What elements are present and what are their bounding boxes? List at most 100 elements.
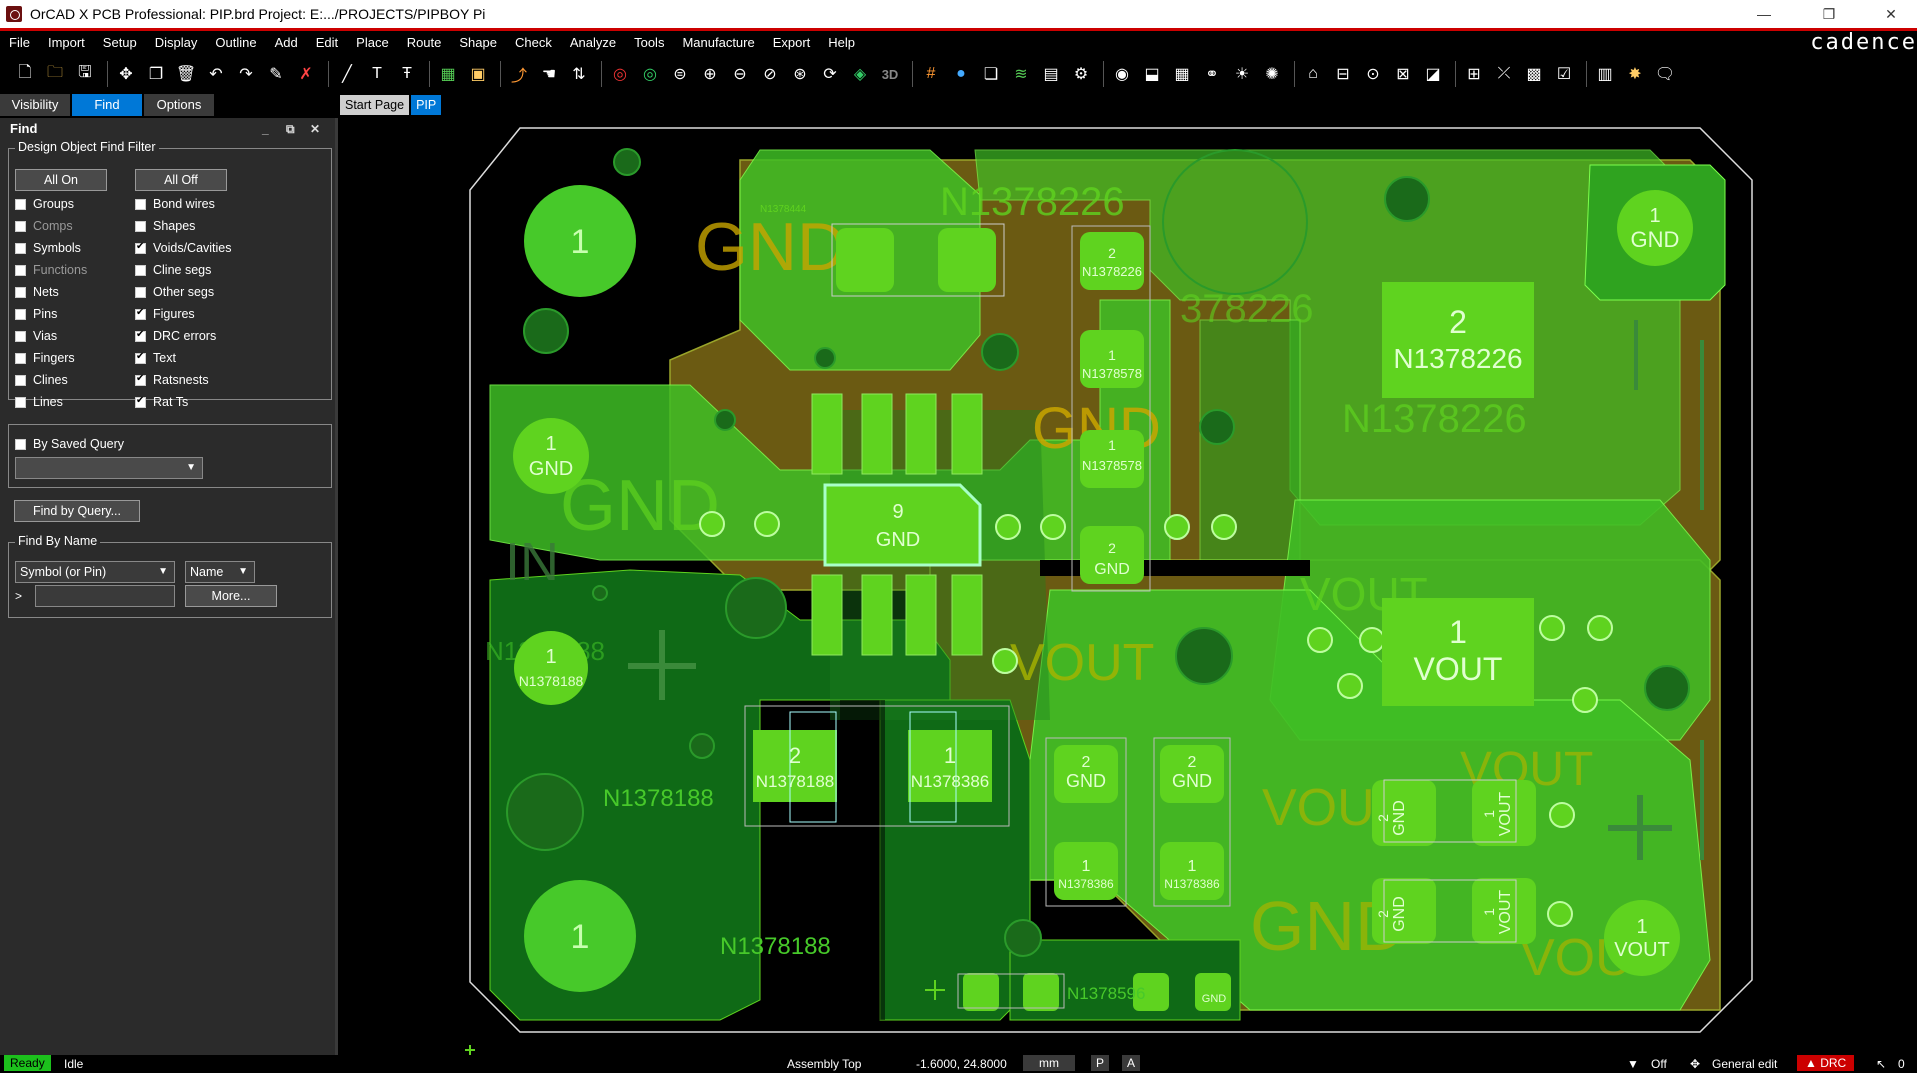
menu-manufacture[interactable]: Manufacture bbox=[673, 35, 763, 50]
new-file-icon[interactable]: 🗋 bbox=[12, 61, 38, 87]
unrats-icon[interactable]: ◎ bbox=[637, 61, 663, 87]
p-toggle[interactable]: P bbox=[1091, 1055, 1110, 1071]
shadow-icon[interactable]: ⚭ bbox=[1199, 61, 1225, 87]
object-type-select[interactable]: Symbol (or Pin) ▼ bbox=[15, 561, 175, 583]
pad-vout-br[interactable] bbox=[1604, 900, 1680, 976]
close-button[interactable]: ✕ bbox=[1868, 0, 1914, 28]
restore-button[interactable]: ❐ bbox=[1806, 0, 1852, 28]
menu-shape[interactable]: Shape bbox=[450, 35, 506, 50]
pad-gnd-left[interactable] bbox=[513, 418, 589, 494]
checkbox[interactable] bbox=[15, 198, 26, 210]
undo-icon[interactable]: ↶ bbox=[203, 61, 229, 87]
units-select[interactable]: mm bbox=[1023, 1055, 1075, 1071]
spread-icon[interactable]: ⇅ bbox=[566, 61, 592, 87]
pad-n1378226-large[interactable] bbox=[1382, 282, 1534, 398]
zoom-in-icon[interactable]: ⊕ bbox=[697, 61, 723, 87]
menu-route[interactable]: Route bbox=[398, 35, 451, 50]
window-icon[interactable]: ⊠ bbox=[1390, 61, 1416, 87]
filter-voids[interactable]: Voids/Cavities bbox=[135, 239, 232, 257]
cut-icon[interactable]: ◪ bbox=[1420, 61, 1446, 87]
tab-find[interactable]: Find bbox=[72, 94, 142, 116]
text-icon[interactable]: T bbox=[364, 61, 390, 87]
all-on-button[interactable]: All On bbox=[15, 169, 107, 191]
meas-icon[interactable]: ⊟ bbox=[1330, 61, 1356, 87]
tab-pip[interactable]: PIP bbox=[411, 95, 442, 115]
highlight-icon[interactable]: ✸ bbox=[1622, 61, 1648, 87]
filter-other-segs[interactable]: Other segs bbox=[135, 283, 214, 301]
no-connect-icon[interactable]: ⤫ bbox=[1491, 61, 1517, 87]
menu-import[interactable]: Import bbox=[39, 35, 94, 50]
filter-nets[interactable]: Nets bbox=[15, 283, 59, 301]
pad-n1378188[interactable] bbox=[514, 631, 588, 705]
filter-vias[interactable]: Vias bbox=[15, 327, 57, 345]
shape-icon[interactable]: ⬓ bbox=[1139, 61, 1165, 87]
name-input[interactable] bbox=[35, 585, 175, 607]
open-folder-icon[interactable]: 🗀 bbox=[42, 61, 68, 87]
delete-icon[interactable]: 🗑 bbox=[173, 61, 199, 87]
menu-place[interactable]: Place bbox=[347, 35, 398, 50]
menu-outline[interactable]: Outline bbox=[206, 35, 265, 50]
drc-status[interactable]: ▲ DRC bbox=[1797, 1055, 1855, 1071]
tab-start-page[interactable]: Start Page bbox=[340, 95, 410, 115]
unpin-icon[interactable]: ✗ bbox=[293, 61, 319, 87]
menu-edit[interactable]: Edit bbox=[307, 35, 347, 50]
all-off-button[interactable]: All Off bbox=[135, 169, 227, 191]
save-icon[interactable]: 🖫 bbox=[72, 61, 98, 87]
cam-icon[interactable]: ▩ bbox=[1521, 61, 1547, 87]
float-pane-icon[interactable]: ⧉ bbox=[286, 118, 295, 140]
move-icon[interactable]: ✥ bbox=[113, 61, 139, 87]
more-button[interactable]: More... bbox=[185, 585, 277, 607]
hierarchy-icon[interactable]: ⊞ bbox=[1461, 61, 1487, 87]
menu-tools[interactable]: Tools bbox=[625, 35, 673, 50]
zoom-world-icon[interactable]: ⊛ bbox=[787, 61, 813, 87]
zoom-select-icon[interactable]: ◈ bbox=[847, 61, 873, 87]
component-icon[interactable]: ▦ bbox=[435, 61, 461, 87]
tab-visibility[interactable]: Visibility bbox=[0, 94, 70, 116]
filter-figures[interactable]: Figures bbox=[135, 305, 195, 323]
report-icon[interactable]: ▤ bbox=[1038, 61, 1064, 87]
menu-setup[interactable]: Setup bbox=[94, 35, 146, 50]
menu-check[interactable]: Check bbox=[506, 35, 561, 50]
3d-icon[interactable]: 3D bbox=[877, 61, 903, 87]
filter-rat-ts[interactable]: Rat Ts bbox=[135, 393, 188, 411]
layer-icon[interactable]: ❏ bbox=[978, 61, 1004, 87]
zoom-fit-icon[interactable]: ⊜ bbox=[667, 61, 693, 87]
minimize-button[interactable]: — bbox=[1741, 0, 1787, 28]
tab-options[interactable]: Options bbox=[144, 94, 214, 116]
menu-add[interactable]: Add bbox=[266, 35, 307, 50]
pcb-canvas[interactable]: 1 1 GND GND GND VOUT VOUT VOUT VOUT GND … bbox=[340, 117, 1917, 1055]
filter-ratsnests[interactable]: Ratsnests bbox=[135, 371, 209, 389]
filter-cline-segs[interactable]: Cline segs bbox=[135, 261, 211, 279]
filter-drc-errors[interactable]: DRC errors bbox=[135, 327, 216, 345]
filter-status[interactable]: Off bbox=[1651, 1057, 1667, 1071]
filter-icon[interactable]: ▼ bbox=[1627, 1057, 1639, 1071]
menu-export[interactable]: Export bbox=[764, 35, 820, 50]
find-by-query-button[interactable]: Find by Query... bbox=[14, 500, 140, 522]
filter-fingers[interactable]: Fingers bbox=[15, 349, 75, 367]
by-saved-query-checkbox[interactable]: By Saved Query bbox=[15, 435, 124, 453]
a-toggle[interactable]: A bbox=[1122, 1055, 1141, 1071]
filter-shapes[interactable]: Shapes bbox=[135, 217, 195, 235]
color-icon[interactable]: ● bbox=[948, 61, 974, 87]
stack-icon[interactable]: ≋ bbox=[1008, 61, 1034, 87]
pin-icon[interactable]: ✎ bbox=[263, 61, 289, 87]
menu-help[interactable]: Help bbox=[819, 35, 864, 50]
saved-query-select[interactable]: ▼ bbox=[15, 457, 203, 479]
menu-display[interactable]: Display bbox=[146, 35, 207, 50]
menu-file[interactable]: File bbox=[0, 35, 39, 50]
filter-symbols[interactable]: Symbols bbox=[15, 239, 81, 257]
drc-icon[interactable]: ◎ bbox=[607, 61, 633, 87]
board-view[interactable]: 1 1 GND GND GND VOUT VOUT VOUT VOUT GND … bbox=[340, 117, 1917, 1055]
filter-text[interactable]: Text bbox=[135, 349, 176, 367]
copy-icon[interactable]: ❐ bbox=[143, 61, 169, 87]
name-type-select[interactable]: Name ▼ bbox=[185, 561, 255, 583]
route-icon[interactable]: ⤴ bbox=[506, 61, 532, 87]
ic-exposed-pad[interactable] bbox=[823, 483, 982, 567]
minimize-pane-icon[interactable]: _ bbox=[262, 118, 269, 140]
voids-icon[interactable]: ▦ bbox=[1169, 61, 1195, 87]
line-icon[interactable]: ╱ bbox=[334, 61, 360, 87]
filter-functions[interactable]: Functions bbox=[15, 261, 87, 279]
zoom-out-icon[interactable]: ⊖ bbox=[727, 61, 753, 87]
light-icon[interactable]: ☀ bbox=[1229, 61, 1255, 87]
menu-analyze[interactable]: Analyze bbox=[561, 35, 625, 50]
